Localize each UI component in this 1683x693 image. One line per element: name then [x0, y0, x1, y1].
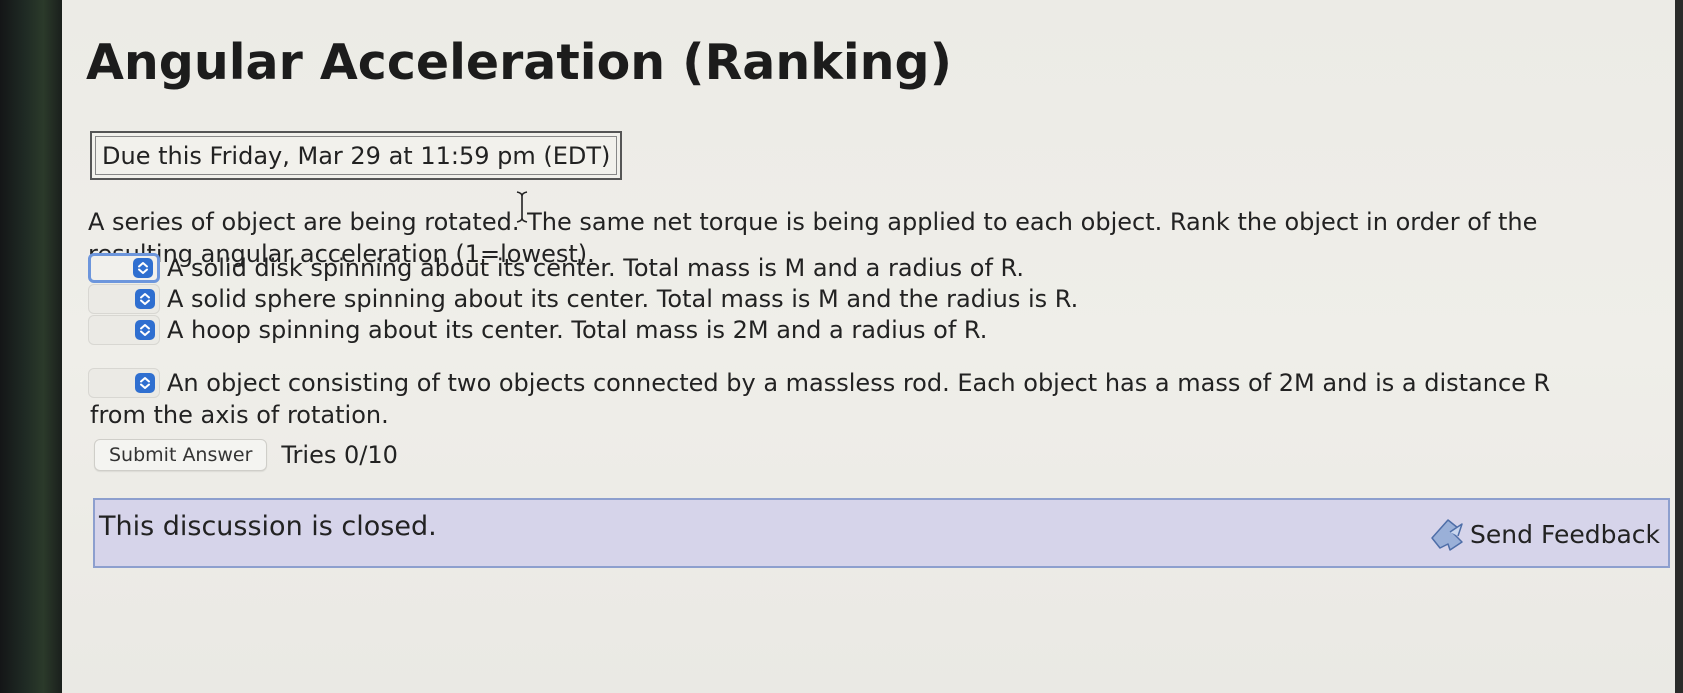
rank-item-label: An object consisting of two objects conn… — [167, 369, 1551, 397]
due-date-box: Due this Friday, Mar 29 at 11:59 pm (EDT… — [90, 131, 623, 180]
up-down-chevron-icon — [135, 289, 155, 309]
rank-select-4[interactable] — [88, 368, 160, 398]
rank-item-label-continued: from the axis of rotation. — [90, 401, 389, 429]
page-title: Angular Acceleration (Ranking) — [86, 34, 952, 91]
rank-select-1[interactable] — [88, 253, 160, 283]
rank-item: A solid sphere spinning about its center… — [88, 283, 1078, 315]
discussion-status: This discussion is closed. — [99, 511, 437, 542]
send-feedback-label: Send Feedback — [1470, 519, 1660, 549]
rank-item: A hoop spinning about its center. Total … — [88, 314, 987, 346]
page-content: Angular Acceleration (Ranking) Due this … — [62, 0, 1675, 693]
submit-row: Submit Answer Tries 0/10 — [94, 439, 398, 471]
up-down-chevron-icon — [135, 373, 155, 393]
rank-item-label: A solid sphere spinning about its center… — [167, 285, 1079, 313]
tries-counter: Tries 0/10 — [281, 441, 398, 469]
monitor-bezel-left — [0, 0, 62, 693]
due-date-text: Due this Friday, Mar 29 at 11:59 pm (EDT… — [95, 136, 618, 175]
submit-answer-button[interactable]: Submit Answer — [94, 439, 268, 471]
send-feedback-link[interactable]: Send Feedback — [1428, 514, 1660, 554]
discussion-banner: This discussion is closed. Send Feedback — [93, 498, 1670, 568]
rank-select-3[interactable] — [88, 315, 160, 345]
send-feedback-icon — [1428, 514, 1468, 554]
up-down-chevron-icon — [133, 258, 153, 278]
rank-item-label: A hoop spinning about its center. Total … — [167, 316, 988, 344]
text-cursor-icon — [516, 191, 528, 223]
rank-item-label: A solid disk spinning about its center. … — [167, 254, 1024, 282]
rank-item: A solid disk spinning about its center. … — [88, 252, 1024, 284]
up-down-chevron-icon — [135, 320, 155, 340]
rank-select-2[interactable] — [88, 284, 160, 314]
rank-item: An object consisting of two objects conn… — [88, 367, 1550, 399]
monitor-bezel-right — [1675, 0, 1683, 693]
